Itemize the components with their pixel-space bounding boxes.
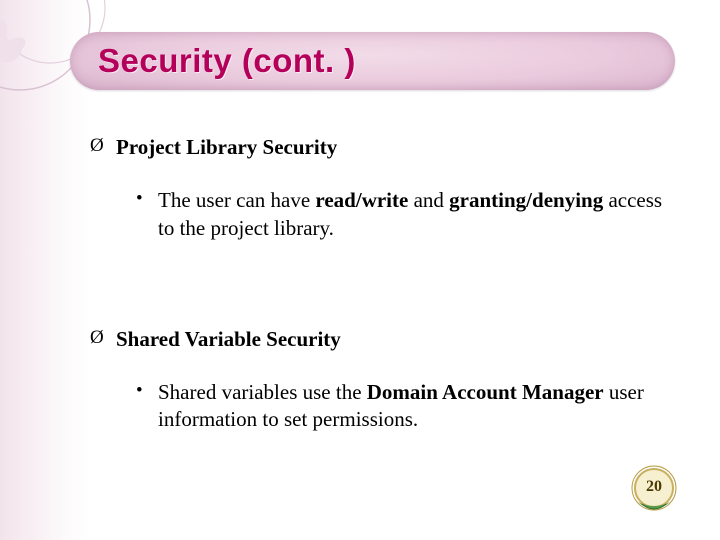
bullet-level1: Ø Project Library Security [90, 134, 670, 161]
text-bold: granting/denying [449, 188, 603, 212]
section-1-body: The user can have read/write and grantin… [158, 187, 670, 242]
text-run: and [408, 188, 449, 212]
slide-title: Security (cont. ) [98, 42, 356, 80]
title-bar: Security (cont. ) [70, 32, 675, 90]
dot-bullet-icon: • [136, 187, 158, 242]
page-number-badge: 20 [628, 464, 680, 516]
bullet-level2: • The user can have read/write and grant… [136, 187, 670, 242]
bullet-level1: Ø Shared Variable Security [90, 326, 670, 353]
dot-bullet-icon: • [136, 379, 158, 434]
section-2-body: Shared variables use the Domain Account … [158, 379, 670, 434]
text-run: The user can have [158, 188, 315, 212]
section-heading-1: Project Library Security [116, 134, 337, 161]
page-number: 20 [628, 464, 680, 516]
text-bold: Domain Account Manager [367, 380, 604, 404]
text-bold: read/write [315, 188, 408, 212]
section-heading-2: Shared Variable Security [116, 326, 341, 353]
arrow-bullet-icon: Ø [90, 134, 116, 161]
text-run: Shared variables use the [158, 380, 367, 404]
arrow-bullet-icon: Ø [90, 326, 116, 353]
slide-body: Ø Project Library Security • The user ca… [90, 120, 670, 464]
bullet-level2: • Shared variables use the Domain Accoun… [136, 379, 670, 434]
side-gradient-band [0, 0, 90, 540]
